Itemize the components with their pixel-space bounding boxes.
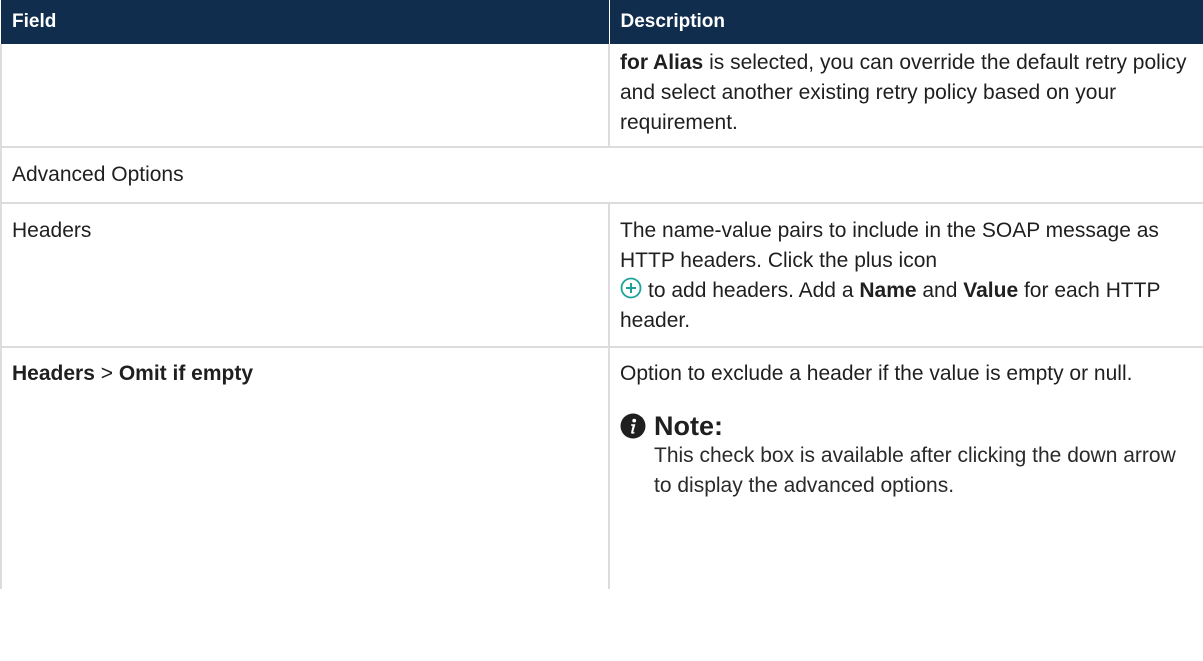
section-advanced-options: Advanced Options: [0, 147, 1203, 204]
info-icon: [620, 413, 646, 439]
note-body: This check box is available after clicki…: [654, 444, 1176, 497]
headers-description-cell: The name-value pairs to include in the S…: [609, 203, 1203, 348]
note-header: Note:: [620, 411, 1192, 441]
header-description: Description: [620, 11, 726, 32]
headers-field-cell: Headers: [0, 203, 610, 348]
headers-description-line1: The name-value pairs to include in the S…: [620, 219, 1159, 272]
field-description-table: Field Description for Alias is selected,…: [0, 0, 1203, 589]
value-term: Value: [963, 279, 1019, 302]
table-row: Headers > Omit if empty Option to exclud…: [0, 347, 1203, 589]
table-row: Headers The name-value pairs to include …: [0, 203, 1203, 348]
headers-desc-mid2: and: [916, 279, 964, 302]
note-box: Note: This check box is available after …: [620, 411, 1192, 501]
omit-field-cell: Headers > Omit if empty: [0, 347, 610, 589]
omit-description-text: Option to exclude a header if the value …: [620, 362, 1133, 385]
retry-description-cell: for Alias is selected, you can override …: [609, 44, 1203, 148]
field-separator: >: [94, 362, 119, 385]
retry-description-text: is selected, you can override the defaul…: [620, 51, 1187, 134]
plus-circle-icon: [620, 277, 642, 299]
omit-description-cell: Option to exclude a header if the value …: [609, 347, 1203, 589]
table-row: Advanced Options: [0, 147, 1203, 204]
retry-field-cell: [0, 44, 610, 148]
header-field: Field: [1, 0, 610, 44]
table-row: for Alias is selected, you can override …: [0, 44, 1203, 148]
headers-desc-mid1: to add headers. Add a: [648, 279, 860, 302]
headers-term: Headers: [12, 362, 95, 385]
note-title: Note:: [654, 411, 723, 441]
table-header-row: Field Description: [1, 0, 1203, 44]
headers-description-line2: to add headers. Add a Name and Value for…: [620, 276, 1192, 336]
omit-if-empty-term: Omit if empty: [118, 362, 254, 385]
name-term: Name: [859, 279, 917, 302]
for-alias-term: for Alias: [620, 51, 704, 74]
